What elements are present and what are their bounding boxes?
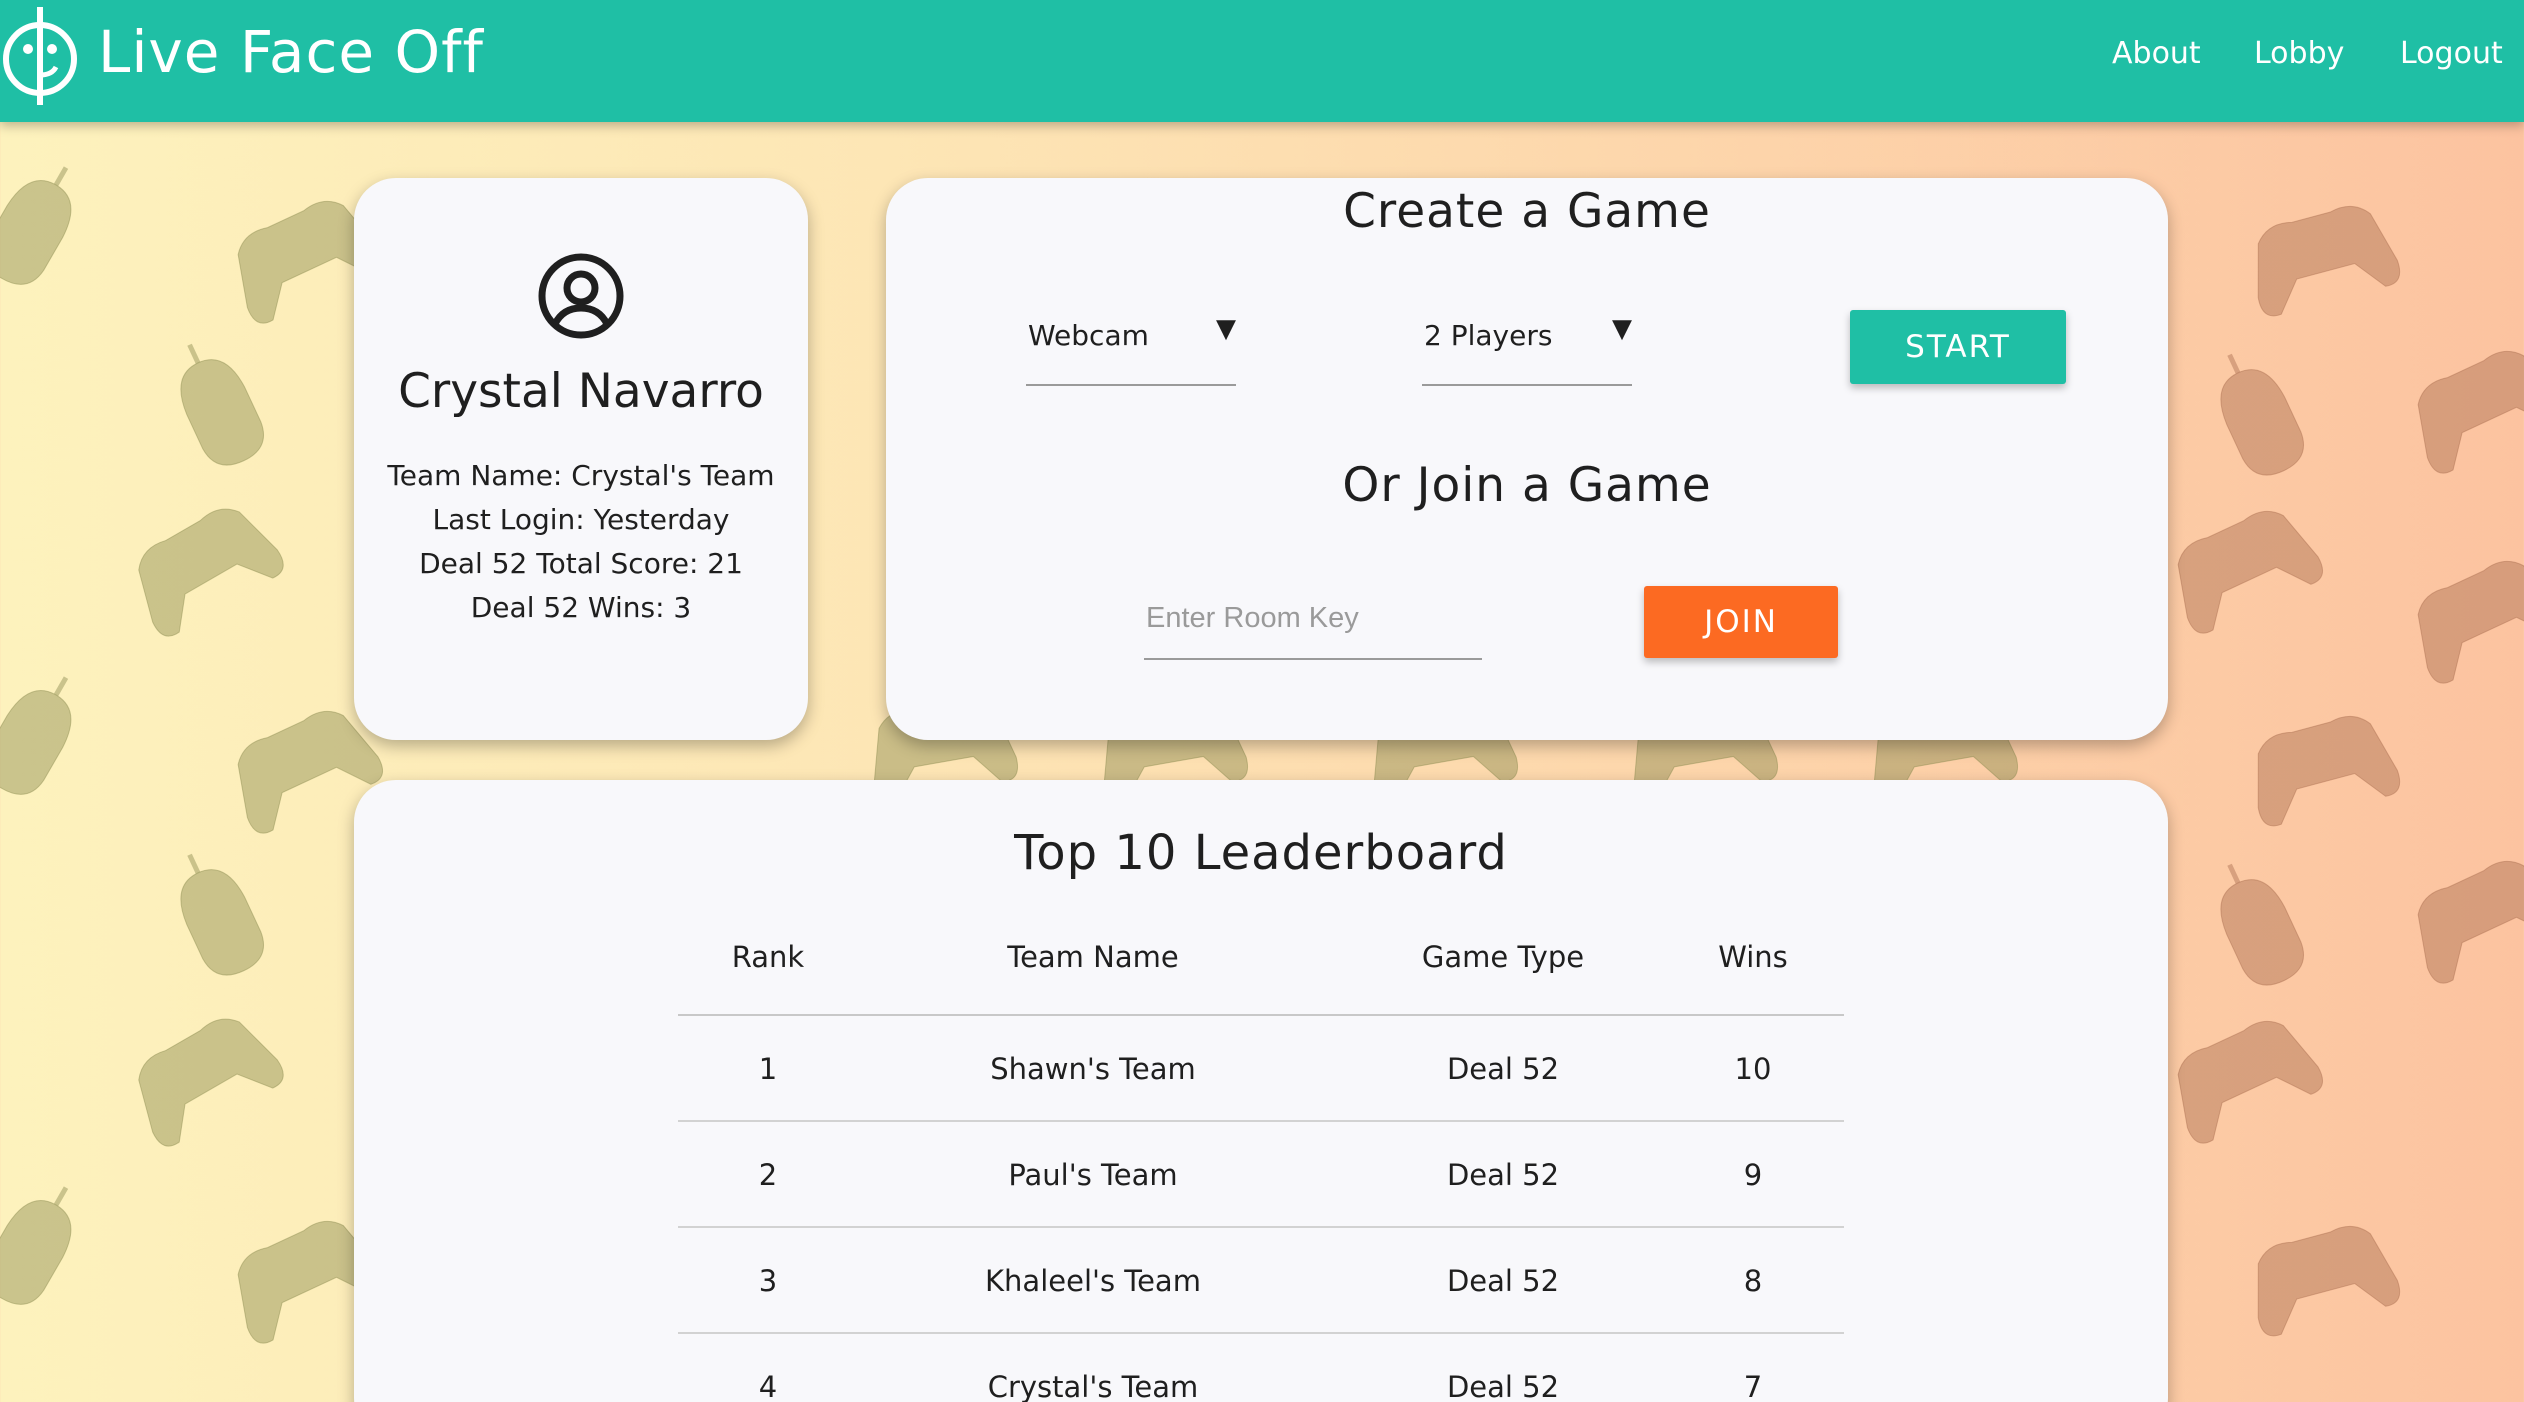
rank-cell: 3 <box>758 1264 778 1298</box>
wins-cell: 9 <box>1743 1158 1763 1192</box>
gamepad-icon <box>2240 196 2404 320</box>
profile-name: Crystal Navarro <box>398 364 764 419</box>
profile-last-login: Last Login: Yesterday <box>432 503 730 536</box>
mouse-icon <box>2201 341 2313 484</box>
rank-cell: 2 <box>758 1158 778 1192</box>
game-type-cell: Deal 52 <box>1446 1264 1560 1298</box>
wins-cell: 8 <box>1743 1264 1763 1298</box>
gamepad-icon <box>2399 546 2524 689</box>
table-row: 4 Crystal's Team Deal 52 7 <box>678 1334 1844 1402</box>
gamepad-icon <box>119 1002 290 1152</box>
rank-cell: 4 <box>758 1370 778 1402</box>
join-button[interactable]: JOIN <box>1644 586 1838 658</box>
mouse-icon <box>0 662 94 805</box>
profile-team-name: Team Name: Crystal's Team <box>387 459 775 492</box>
team-name-cell: Paul's Team <box>1008 1158 1178 1192</box>
profile-wins: Deal 52 Wins: 3 <box>470 591 692 624</box>
gamepad-icon <box>2159 1006 2328 1149</box>
face-logo-icon[interactable] <box>0 5 80 107</box>
profile-card: Crystal Navarro Team Name: Crystal's Tea… <box>354 178 808 740</box>
rank-cell: 1 <box>758 1052 778 1086</box>
table-row: 1 Shawn's Team Deal 52 10 <box>678 1016 1844 1122</box>
gamepad-icon <box>2159 496 2328 639</box>
mode-select-value: Webcam <box>1028 319 1149 352</box>
players-select[interactable]: 2 Players ▼ <box>1422 178 1632 386</box>
game-type-cell: Deal 52 <box>1446 1158 1560 1192</box>
top-navbar: Live Face Off About Lobby Logout <box>0 0 2524 122</box>
players-select-value: 2 Players <box>1424 319 1553 352</box>
leaderboard-table: Rank Team Name Game Type Wins 1 Shawn's … <box>678 910 1844 1402</box>
column-header-rank: Rank <box>731 940 805 974</box>
triangle-down-icon: ▼ <box>1612 314 1632 344</box>
table-row: 3 Khaleel's Team Deal 52 8 <box>678 1228 1844 1334</box>
room-key-input[interactable] <box>1144 578 1482 660</box>
mouse-icon <box>2201 851 2313 994</box>
column-header-wins: Wins <box>1718 940 1788 974</box>
brand-title[interactable]: Live Face Off <box>98 18 484 86</box>
mode-select[interactable]: Webcam ▼ <box>1026 178 1236 386</box>
gamepad-icon <box>2240 706 2404 830</box>
profile-stats: Team Name: Crystal's Team Last Login: Ye… <box>354 454 808 630</box>
mouse-icon <box>0 152 94 295</box>
column-header-team-name: Team Name <box>1007 940 1179 974</box>
team-name-cell: Khaleel's Team <box>985 1264 1201 1298</box>
create-join-card: Create a Game Webcam ▼ 2 Players ▼ START… <box>886 178 2168 740</box>
team-name-cell: Crystal's Team <box>987 1370 1199 1402</box>
triangle-down-icon: ▼ <box>1216 314 1236 344</box>
leaderboard-card: Top 10 Leaderboard Rank Team Name Game T… <box>354 780 2168 1402</box>
gamepad-icon <box>2240 1216 2404 1340</box>
gamepad-icon <box>119 492 290 642</box>
start-button[interactable]: START <box>1850 310 2066 384</box>
game-type-cell: Deal 52 <box>1446 1370 1560 1402</box>
wins-cell: 7 <box>1743 1370 1763 1402</box>
profile-total-score: Deal 52 Total Score: 21 <box>419 547 743 580</box>
wins-cell: 10 <box>1734 1052 1772 1086</box>
mouse-icon <box>0 1172 94 1315</box>
nav-lobby-link[interactable]: Lobby <box>2254 36 2344 71</box>
table-row: 2 Paul's Team Deal 52 9 <box>678 1122 1844 1228</box>
leaderboard-title: Top 10 Leaderboard <box>1014 825 1508 881</box>
user-circle-icon <box>538 253 624 339</box>
table-header-row: Rank Team Name Game Type Wins <box>678 910 1844 1016</box>
column-header-game-type: Game Type <box>1421 940 1585 974</box>
nav-logout-link[interactable]: Logout <box>2400 36 2503 71</box>
nav-about-link[interactable]: About <box>2112 36 2201 71</box>
gamepad-icon <box>2399 336 2524 479</box>
mouse-icon <box>161 841 273 984</box>
join-game-title: Or Join a Game <box>1342 458 1712 513</box>
game-type-cell: Deal 52 <box>1446 1052 1560 1086</box>
team-name-cell: Shawn's Team <box>990 1052 1196 1086</box>
gamepad-icon <box>2399 846 2524 989</box>
mouse-icon <box>161 331 273 474</box>
